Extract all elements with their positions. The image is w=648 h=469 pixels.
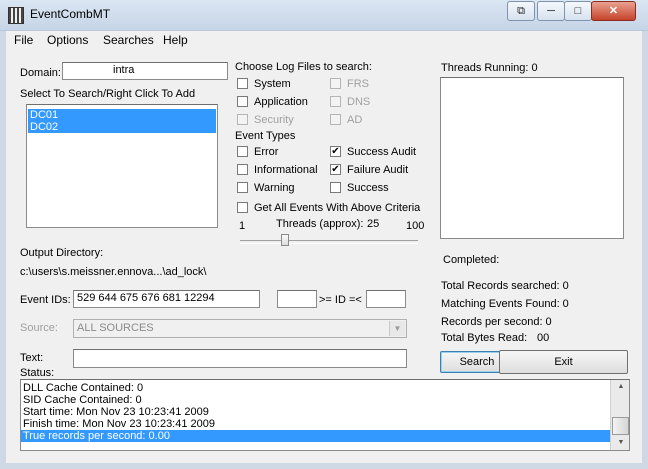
- event-id-range-end-input[interactable]: [366, 290, 406, 308]
- text-input[interactable]: [73, 349, 407, 368]
- total-bytes-value: 00: [537, 332, 550, 344]
- success-label: Success: [347, 182, 389, 194]
- warning-label: Warning: [254, 182, 295, 194]
- status-line-selected: True records per second: 0.00: [21, 430, 611, 442]
- menu-options[interactable]: Options: [47, 33, 88, 47]
- output-dir-path: c:\users\s.meissner.ennova...\ad_lock\: [20, 266, 207, 278]
- get-all-events-checkbox[interactable]: [237, 202, 248, 213]
- informational-label: Informational: [254, 164, 318, 176]
- failure-audit-checkbox[interactable]: ✔: [330, 164, 341, 175]
- exit-button[interactable]: Exit: [499, 350, 628, 374]
- status-list[interactable]: DLL Cache Contained: 0 SID Cache Contain…: [20, 379, 630, 451]
- error-checkbox[interactable]: [237, 146, 248, 157]
- status-line: SID Cache Contained: 0: [23, 394, 142, 406]
- system-checkbox[interactable]: [237, 78, 248, 89]
- dns-label: DNS: [347, 96, 371, 108]
- threads-min-label: 1: [239, 220, 246, 232]
- minimize-button[interactable]: ─: [537, 1, 565, 21]
- records-per-second-label: Records per second: 0: [441, 316, 552, 328]
- success-checkbox[interactable]: [330, 182, 341, 193]
- matching-events-label: Matching Events Found: 0: [441, 298, 569, 310]
- threads-label: Threads (approx):: [276, 218, 364, 230]
- close-button[interactable]: ✕: [591, 1, 636, 21]
- window-title: EventCombMT: [30, 7, 111, 21]
- menu-help[interactable]: Help: [163, 33, 188, 47]
- failure-audit-label: Failure Audit: [347, 164, 409, 176]
- system-label: System: [254, 78, 291, 90]
- menu-bar: File Options Searches Help: [6, 31, 642, 51]
- ad-label: AD: [347, 114, 363, 126]
- total-records-label: Total Records searched: 0: [441, 280, 569, 292]
- security-checkbox[interactable]: [237, 114, 248, 125]
- security-label: Security: [254, 114, 294, 126]
- ad-checkbox[interactable]: [330, 114, 341, 125]
- scroll-down-icon[interactable]: ▼: [612, 437, 628, 448]
- frs-label: FRS: [347, 78, 369, 90]
- warning-checkbox[interactable]: [237, 182, 248, 193]
- error-label: Error: [254, 146, 279, 158]
- title-bar[interactable]: EventCombMT ⧉ ─ □ ✕: [0, 0, 648, 31]
- domain-input[interactable]: intra: [62, 62, 228, 80]
- log-files-label: Choose Log Files to search:: [235, 61, 372, 73]
- event-ids-label: Event IDs:: [20, 294, 71, 306]
- success-audit-label: Success Audit: [347, 146, 417, 158]
- status-line: DLL Cache Contained: 0: [23, 382, 144, 394]
- application-checkbox[interactable]: [237, 96, 248, 107]
- event-id-range-start-input[interactable]: [277, 290, 317, 308]
- status-scrollbar[interactable]: ▲ ▼: [610, 380, 629, 450]
- event-types-label: Event Types: [235, 130, 296, 142]
- server-list[interactable]: DC01 DC02: [26, 104, 218, 228]
- dns-checkbox[interactable]: [330, 96, 341, 107]
- source-label: Source:: [20, 322, 58, 334]
- server-item-dc01[interactable]: DC01: [28, 109, 216, 121]
- threads-slider-track[interactable]: [240, 240, 418, 244]
- application-label: Application: [254, 96, 308, 108]
- menu-searches[interactable]: Searches: [103, 33, 154, 47]
- success-audit-checkbox[interactable]: ✔: [330, 146, 341, 157]
- source-select-value: ALL SOURCES: [77, 322, 154, 334]
- domain-label: Domain:: [20, 67, 61, 79]
- text-label: Text:: [20, 352, 44, 364]
- threads-value: 25: [367, 218, 380, 230]
- scroll-up-icon[interactable]: ▲: [612, 381, 628, 392]
- scroll-thumb[interactable]: [612, 417, 629, 435]
- servers-label: Select To Search/Right Click To Add: [20, 88, 196, 100]
- threads-running-list[interactable]: [440, 77, 624, 239]
- status-line: Finish time: Mon Nov 23 10:23:41 2009: [23, 418, 216, 430]
- server-item-dc02[interactable]: DC02: [28, 121, 216, 133]
- output-dir-label: Output Directory:: [20, 247, 104, 259]
- threads-slider-thumb[interactable]: [280, 234, 289, 246]
- menu-file[interactable]: File: [14, 33, 33, 47]
- threads-max-label: 100: [406, 220, 425, 232]
- status-label: Status:: [20, 367, 55, 379]
- restore-window-icon[interactable]: ⧉: [507, 1, 535, 21]
- status-line: Start time: Mon Nov 23 10:23:41 2009: [23, 406, 209, 418]
- get-all-events-label: Get All Events With Above Criteria: [254, 202, 421, 214]
- maximize-button[interactable]: □: [564, 1, 592, 21]
- event-ids-input[interactable]: 529 644 675 676 681 12294: [73, 290, 260, 308]
- source-select[interactable]: ALL SOURCES ▼: [73, 319, 407, 338]
- completed-label: Completed:: [443, 254, 500, 266]
- event-id-range-label: >= ID =<: [319, 294, 362, 306]
- app-icon: [8, 7, 24, 24]
- total-bytes-label: Total Bytes Read:: [441, 332, 528, 344]
- threads-running-label: Threads Running: 0: [441, 62, 538, 74]
- frs-checkbox[interactable]: [330, 78, 341, 89]
- chevron-down-icon: ▼: [389, 321, 405, 336]
- informational-checkbox[interactable]: [237, 164, 248, 175]
